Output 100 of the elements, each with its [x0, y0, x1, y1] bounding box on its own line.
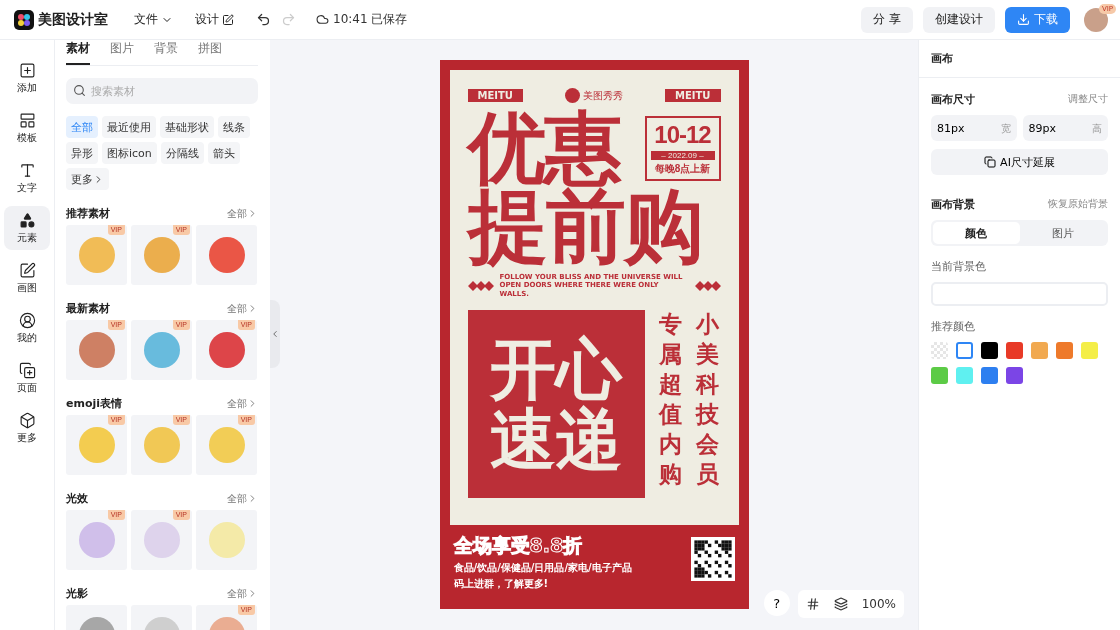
cloud-icon: [316, 13, 329, 26]
rail-item[interactable]: 文字: [4, 156, 50, 200]
see-all-link[interactable]: 全部: [227, 586, 258, 601]
sticker-thumbnail[interactable]: [196, 510, 257, 570]
sticker-placeholder: [143, 522, 180, 558]
color-swatch[interactable]: [1081, 342, 1098, 359]
poster-categories: 食品/饮品/保健品/日用品/家电/电子产品: [453, 561, 632, 575]
field-label: 推荐颜色: [931, 320, 976, 334]
sticker-placeholder: [143, 237, 180, 273]
diamonds-icon: [467, 280, 494, 291]
see-all-link[interactable]: 全部: [227, 301, 258, 316]
unit-label: 高: [1092, 122, 1102, 136]
poster-date: 10-12: [654, 120, 711, 149]
resize-link[interactable]: 调整尺寸: [1068, 93, 1108, 106]
field-label: 当前背景色: [931, 260, 987, 274]
filter-chip[interactable]: 图标icon: [102, 142, 157, 164]
panel-tab[interactable]: 背景: [154, 40, 178, 65]
rail-item[interactable]: 更多: [4, 406, 50, 450]
sticker-placeholder: [143, 427, 180, 463]
filter-chip[interactable]: 异形: [66, 142, 98, 164]
poster-box-text: 开心: [490, 336, 622, 403]
copy-icon: [984, 156, 997, 168]
color-swatch[interactable]: [931, 367, 948, 384]
filter-chip[interactable]: 基础形状: [160, 116, 214, 138]
panel-tab[interactable]: 素材: [66, 40, 90, 65]
rail-item[interactable]: 我的: [4, 306, 50, 350]
poster-tag: MEITU: [467, 89, 523, 102]
action-button[interactable]: 下载: [1005, 6, 1070, 33]
pen-square-icon: [222, 13, 234, 26]
sticker-placeholder: [78, 332, 115, 368]
filter-chip[interactable]: 最近使用: [102, 116, 156, 138]
color-swatch[interactable]: [1006, 367, 1023, 384]
search-field[interactable]: 搜索素材: [66, 78, 258, 104]
section-title: 光影: [66, 586, 88, 601]
sticker-placeholder: [143, 332, 180, 368]
rail-item[interactable]: 添加: [4, 56, 50, 100]
color-swatch[interactable]: [981, 342, 998, 359]
poster-tag: MEITU: [665, 89, 721, 102]
sticker-placeholder: [208, 427, 245, 463]
segment-tab[interactable]: 图片: [1019, 222, 1106, 244]
redo-icon[interactable]: [281, 12, 296, 27]
rail-item[interactable]: 元素: [4, 206, 50, 250]
color-swatch[interactable]: [981, 367, 998, 384]
filter-chip[interactable]: 分隔线: [160, 142, 204, 164]
action-button[interactable]: 创建设计: [923, 6, 995, 33]
inspector-title: 画布: [931, 51, 953, 66]
section-title: 推荐素材: [66, 206, 110, 221]
see-all-link[interactable]: 全部: [227, 491, 258, 506]
rail-item[interactable]: 画图: [4, 256, 50, 300]
layout-icon: [18, 111, 36, 129]
menu-button[interactable]: 文件: [134, 11, 173, 28]
poster-note: 每晚8点上新: [654, 161, 711, 176]
section-title: 画布背景: [931, 197, 975, 212]
page-plus-icon: [18, 361, 36, 379]
help-button[interactable]: ?: [763, 590, 790, 616]
see-all-link[interactable]: 全部: [227, 396, 258, 411]
section-title: 画布尺寸: [931, 92, 975, 107]
zoom-level[interactable]: 100%: [861, 597, 896, 611]
poster-vertical-text: 小美科技会员: [695, 310, 719, 489]
grid-icon[interactable]: [805, 597, 820, 611]
color-swatch[interactable]: [1031, 342, 1048, 359]
qr-code: [690, 537, 735, 581]
panel-tab[interactable]: 图片: [110, 40, 134, 65]
sticker-placeholder: [78, 522, 115, 558]
sticker-thumbnail[interactable]: [196, 225, 257, 285]
poster-brand: 美图秀秀: [583, 88, 623, 103]
see-all-link[interactable]: 全部: [227, 206, 258, 221]
rail-item[interactable]: 模板: [4, 106, 50, 150]
chevron-left-icon: [270, 329, 280, 339]
poster-offer: 全场享受8.8折: [453, 533, 584, 558]
download-icon: [1017, 13, 1030, 26]
shapes-icon: [18, 211, 36, 229]
user-icon: [18, 311, 36, 329]
ai-extend-button[interactable]: AI尺寸延展: [931, 149, 1108, 175]
layers-icon[interactable]: [833, 597, 848, 611]
transparent-swatch[interactable]: [931, 342, 948, 359]
sticker-placeholder: [208, 522, 245, 558]
filter-chip[interactable]: 箭头: [207, 142, 240, 164]
rail-item[interactable]: 页面: [4, 356, 50, 400]
poster-headline: 优惠: [467, 109, 620, 187]
sticker-placeholder: [208, 237, 245, 273]
menu-button[interactable]: 设计: [195, 11, 234, 28]
plus-square-icon: [18, 61, 36, 79]
filter-chip[interactable]: 线条: [218, 116, 250, 138]
color-swatch[interactable]: [956, 342, 973, 359]
action-button[interactable]: 分 享: [861, 6, 913, 33]
color-swatch[interactable]: [1056, 342, 1073, 359]
brand-logo-icon: [565, 88, 580, 103]
collapse-handle[interactable]: [270, 300, 280, 368]
restore-link[interactable]: 恢复原始背景: [1048, 198, 1108, 211]
segment-tab[interactable]: 颜色: [933, 222, 1020, 244]
sticker-placeholder: [78, 427, 115, 463]
poster-vertical-text: 专属超值内购: [658, 310, 682, 489]
app-logo-icon: [14, 9, 34, 30]
panel-tab[interactable]: 拼图: [198, 40, 222, 65]
more-filters-button[interactable]: 更多: [66, 168, 109, 190]
color-swatch[interactable]: [1006, 342, 1023, 359]
color-swatch[interactable]: [956, 367, 973, 384]
app-name: 美图设计室: [38, 10, 108, 29]
undo-icon[interactable]: [256, 12, 271, 27]
